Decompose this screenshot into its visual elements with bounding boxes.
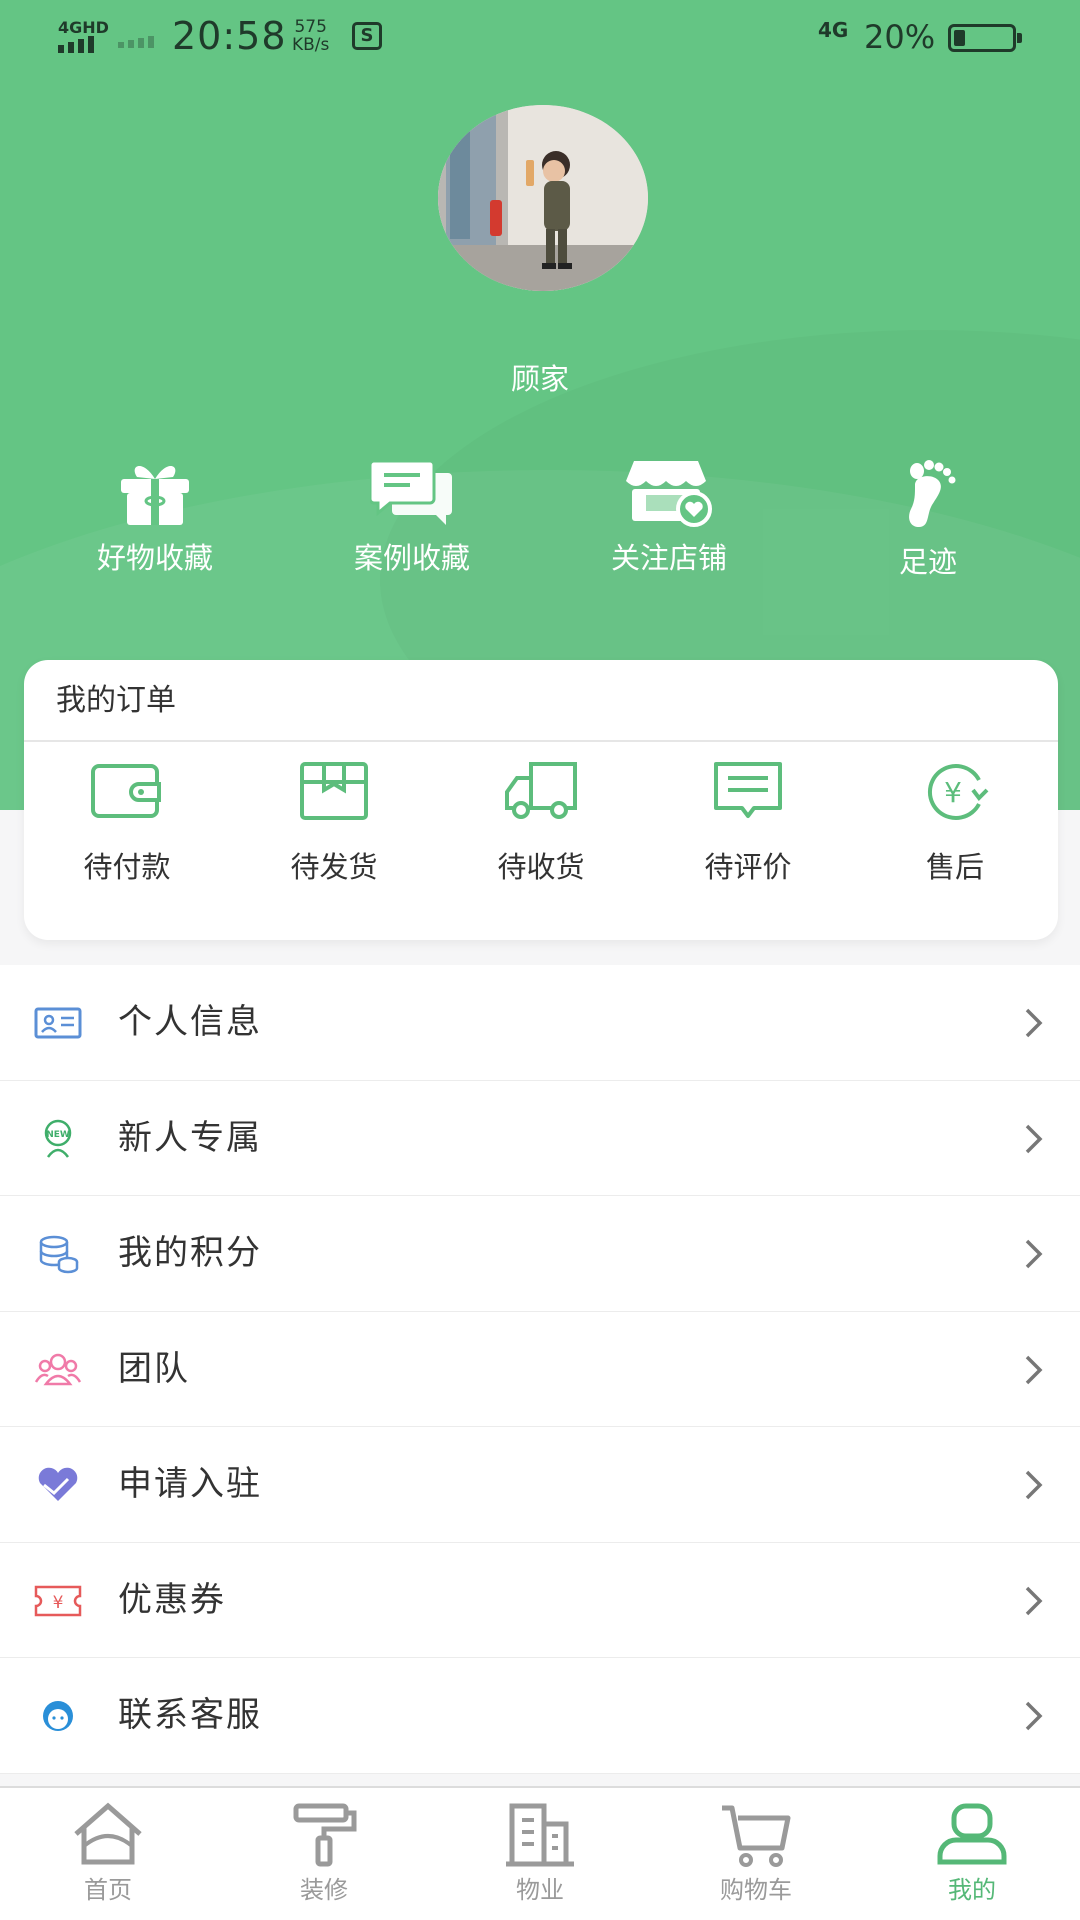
order-status-label: 售后 <box>925 850 984 884</box>
menu-item-apply-settle[interactable]: 申请入驻 <box>0 1427 1080 1543</box>
store-heart-icon <box>626 461 712 527</box>
bottom-tab-bar: 首页 装修 物业 购物车 我的 <box>0 1786 1080 1920</box>
chevron-right-icon <box>1025 1470 1043 1500</box>
svg-text:¥: ¥ <box>53 1593 64 1613</box>
menu-item-label: 申请入驻 <box>118 1464 262 1504</box>
menu-item-coupons[interactable]: ¥ 优惠券 <box>0 1542 1080 1658</box>
profile-menu-list: 个人信息 NEW 新人专属 我的积分 团队 申请入驻 ¥ 优惠券 联系客服 <box>0 965 1080 1774</box>
order-status-label: 待评价 <box>704 850 792 884</box>
chevron-right-icon <box>1025 1701 1043 1731</box>
quick-link-label: 足迹 <box>898 545 957 579</box>
quick-link-label: 好物收藏 <box>96 541 213 575</box>
tab-label: 首页 <box>84 1876 132 1904</box>
coupon-icon: ¥ <box>34 1585 82 1616</box>
notification-app-icon: S <box>352 22 382 50</box>
menu-item-my-points[interactable]: 我的积分 <box>0 1196 1080 1312</box>
building-icon <box>506 1803 574 1867</box>
battery-icon <box>948 24 1022 52</box>
quick-link-favorites-cases[interactable]: 案例收藏 <box>302 455 522 577</box>
order-pending-receipt[interactable]: 待收货 <box>438 760 644 886</box>
menu-item-new-user[interactable]: NEW 新人专属 <box>0 1080 1080 1196</box>
menu-item-team[interactable]: 团队 <box>0 1311 1080 1427</box>
tab-label: 购物车 <box>720 1876 792 1904</box>
svg-text:NEW: NEW <box>46 1130 70 1140</box>
status-bar: 4GHD 20:58 575 KB/s S 4G 20% <box>0 0 1080 80</box>
menu-item-label: 优惠券 <box>118 1579 226 1620</box>
signal-strength-secondary-icon <box>118 36 154 48</box>
menu-item-label: 团队 <box>118 1348 190 1389</box>
chevron-right-icon <box>1025 1239 1043 1269</box>
menu-item-customer-service[interactable]: 联系客服 <box>0 1658 1080 1774</box>
tab-mine[interactable]: 我的 <box>892 1802 1052 1905</box>
order-after-sales[interactable]: ¥ 售后 <box>852 760 1058 886</box>
order-status-label: 待收货 <box>497 850 585 884</box>
status-time: 20:58 <box>172 14 287 58</box>
menu-item-label: 我的积分 <box>118 1233 262 1273</box>
paint-roller-icon <box>293 1803 357 1867</box>
customer-service-icon <box>43 1701 73 1731</box>
quick-link-label: 关注店铺 <box>610 541 727 575</box>
battery-level-fill <box>954 30 965 46</box>
truck-icon <box>505 762 577 819</box>
gift-icon <box>121 465 189 525</box>
menu-item-label: 联系客服 <box>118 1695 262 1735</box>
tab-home[interactable]: 首页 <box>28 1802 188 1905</box>
network-speed-value: 575 <box>294 17 327 37</box>
cart-icon <box>722 1805 791 1867</box>
my-orders-card: 我的订单 待付款 待发货 待收货 待评价 ¥ 售后 <box>24 660 1058 940</box>
tab-label: 装修 <box>300 1876 348 1904</box>
chevron-right-icon <box>1025 1124 1043 1153</box>
user-icon <box>937 1803 1007 1865</box>
tab-label: 我的 <box>948 1876 996 1904</box>
tab-label: 物业 <box>516 1876 564 1904</box>
signal-strength-icon <box>58 36 94 53</box>
mobile-data-label: 4G <box>818 18 849 42</box>
svg-text:¥: ¥ <box>944 776 962 809</box>
network-speed-unit: KB/s <box>292 35 330 55</box>
home-icon <box>74 1802 142 1865</box>
tab-decoration[interactable]: 装修 <box>244 1802 404 1905</box>
battery-percent: 20% <box>864 18 936 56</box>
package-icon <box>300 762 368 820</box>
username[interactable]: 顾家 <box>0 356 1080 398</box>
comment-icon <box>714 762 782 818</box>
chevron-right-icon <box>1025 1586 1043 1615</box>
new-user-icon: NEW <box>44 1119 72 1158</box>
quick-link-followed-stores[interactable]: 关注店铺 <box>559 455 779 577</box>
quick-link-label: 案例收藏 <box>353 541 470 575</box>
footprint-icon <box>909 460 956 527</box>
team-icon <box>34 1353 82 1385</box>
order-pending-shipment[interactable]: 待发货 <box>231 760 437 886</box>
my-orders-title[interactable]: 我的订单 <box>24 660 1058 742</box>
chevron-right-icon <box>1025 1355 1043 1384</box>
id-card-icon <box>34 1007 82 1039</box>
order-status-row: 待付款 待发货 待收货 待评价 ¥ 售后 <box>24 760 1058 910</box>
network-type-label: 4GHD <box>58 18 109 37</box>
quick-links: 好物收藏 案例收藏 关注店铺 足迹 <box>0 455 1080 605</box>
coins-icon <box>39 1235 79 1274</box>
network-speed: 575 KB/s <box>292 18 329 54</box>
wallet-icon <box>91 764 161 818</box>
quick-link-favorites-goods[interactable]: 好物收藏 <box>45 455 265 577</box>
quick-link-footprints[interactable]: 足迹 <box>818 455 1038 581</box>
order-pending-review[interactable]: 待评价 <box>645 760 851 886</box>
yuan-refund-icon: ¥ <box>928 764 989 820</box>
order-status-label: 待付款 <box>83 850 171 884</box>
chevron-right-icon <box>1025 1008 1043 1038</box>
menu-item-personal-info[interactable]: 个人信息 <box>0 965 1080 1081</box>
chat-bubbles-icon <box>370 459 452 525</box>
handshake-heart-icon <box>38 1467 78 1501</box>
menu-item-label: 新人专属 <box>118 1117 262 1158</box>
menu-item-label: 个人信息 <box>118 1002 262 1042</box>
order-pending-payment[interactable]: 待付款 <box>24 760 230 886</box>
order-status-label: 待发货 <box>290 850 378 884</box>
tab-cart[interactable]: 购物车 <box>676 1802 836 1905</box>
avatar[interactable] <box>438 105 648 291</box>
avatar-photo <box>438 105 648 291</box>
tab-property[interactable]: 物业 <box>460 1802 620 1905</box>
